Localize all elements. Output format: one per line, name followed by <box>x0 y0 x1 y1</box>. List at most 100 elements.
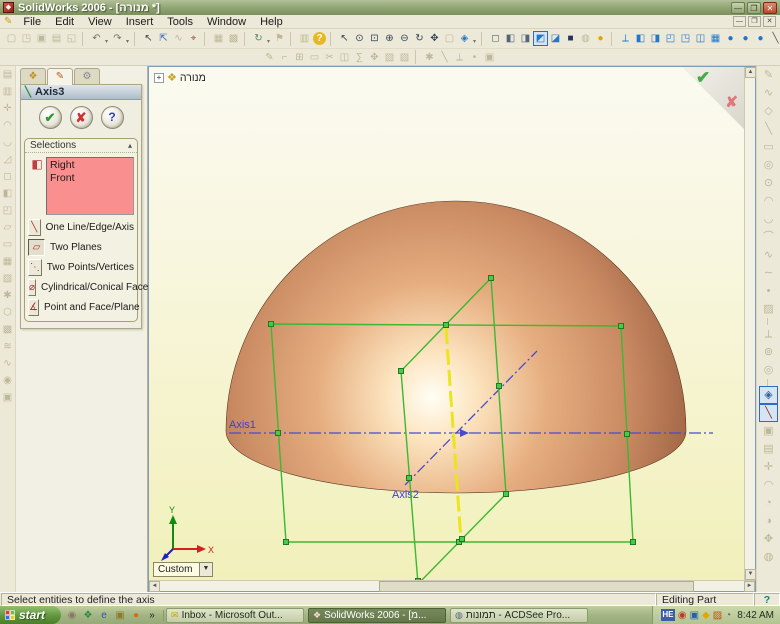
firefox-icon[interactable]: ● <box>129 610 143 621</box>
two-points-vertices-icon[interactable]: ⋱ <box>28 259 42 276</box>
option-one-line-edge-axis[interactable]: ╲One Line/Edge/Axis <box>25 217 137 237</box>
new-document-icon[interactable]: ▢ <box>4 31 19 46</box>
zoom-to-area-icon[interactable]: ⊡ <box>367 31 382 46</box>
hidden-lines-removed-icon[interactable]: ◨ <box>518 31 533 46</box>
select-arrow-icon[interactable]: ↖ <box>337 31 352 46</box>
shaded-with-edges-icon[interactable]: ◩ <box>533 31 548 46</box>
hatch-icon[interactable]: ▨ <box>759 300 778 318</box>
acdsee-tray-icon[interactable]: ◉ <box>678 610 687 621</box>
deform-feature-icon[interactable]: ▣ <box>0 389 15 406</box>
convert-icon[interactable]: ⊚ <box>759 343 778 361</box>
extruded-boss-icon[interactable]: ▤ <box>0 66 15 83</box>
scroll-down-icon[interactable]: ▼ <box>745 569 756 580</box>
repair-sketch-icon[interactable]: ▨ <box>397 50 412 65</box>
selected-entity-right[interactable]: Right <box>50 159 130 172</box>
normal-to-icon[interactable]: ⟂ <box>618 31 633 46</box>
task-outlook[interactable]: ✉Inbox - Microsoft Out... <box>166 608 304 623</box>
mirror-feature-icon[interactable]: ≋ <box>0 338 15 355</box>
windows-tray-icon[interactable]: ▣ <box>690 610 699 621</box>
point-and-face-plane-icon[interactable]: ∡ <box>28 299 39 316</box>
display-relations-icon[interactable]: ▧ <box>382 50 397 65</box>
centerpoint-arc-icon[interactable]: ⊙ <box>759 174 778 192</box>
3d-sketch-icon[interactable]: ∿ <box>759 84 778 102</box>
reference-axis-icon[interactable]: ╲ <box>759 404 778 422</box>
print-preview-icon[interactable]: ◱ <box>64 31 79 46</box>
circular-pattern-icon[interactable]: ▩ <box>0 321 15 338</box>
flex-icon[interactable]: ◠ <box>759 476 778 494</box>
dimetric-view-icon[interactable]: ● <box>753 31 768 46</box>
doc-minimize-button[interactable]: — <box>733 16 746 27</box>
extruded-cut-icon[interactable]: ◡ <box>0 134 15 151</box>
parabola-icon[interactable]: ∿ <box>759 246 778 264</box>
move-entities-icon[interactable]: ✥ <box>367 50 382 65</box>
right-view-icon[interactable]: ◳ <box>678 31 693 46</box>
rotate-view-icon[interactable]: ↻ <box>412 31 427 46</box>
flag-icon[interactable]: ⚑ <box>272 31 287 46</box>
media-player-icon[interactable]: ❖ <box>81 610 95 621</box>
maximize-button[interactable]: ❐ <box>747 2 761 14</box>
sketch-point-icon[interactable]: ✱ <box>422 50 437 65</box>
featuremanager-tab[interactable]: ❖ <box>20 68 46 84</box>
smart-dimension-icon[interactable]: ⌐ <box>277 50 292 65</box>
rectangle-icon[interactable]: ▭ <box>759 138 778 156</box>
task-acdsee[interactable]: ◍תמונות - ACDSee Pro... <box>450 608 588 623</box>
horizontal-scrollbar[interactable]: ◄ ► <box>149 580 755 591</box>
offset-entities-icon[interactable]: ▭ <box>307 50 322 65</box>
hidden-lines-visible-icon[interactable]: ◧ <box>503 31 518 46</box>
linear-pattern-icon[interactable]: ⬡ <box>0 304 15 321</box>
task-solidworks[interactable]: ❖SolidWorks 2006 - [מ... <box>308 608 446 623</box>
trim-entities-icon[interactable]: ✂ <box>322 50 337 65</box>
3d-drawing-view-icon[interactable]: ▢ <box>442 31 457 46</box>
scroll-right-icon[interactable]: ► <box>744 581 755 592</box>
pan-icon[interactable]: ✥ <box>427 31 442 46</box>
shaded-icon[interactable]: ◪ <box>548 31 563 46</box>
graphics-viewport[interactable]: + ❖ מנורה ✔ ✘ <box>148 66 756 592</box>
spline-icon[interactable]: ∼ <box>759 264 778 282</box>
propertymanager-tab[interactable]: ✎ <box>47 68 73 85</box>
convert-entities-icon[interactable]: ⊞ <box>292 50 307 65</box>
volume-tray-icon[interactable]: ◔ <box>725 610 731 621</box>
zoom-in-out-icon[interactable]: ⊕ <box>382 31 397 46</box>
menu-help[interactable]: Help <box>253 15 290 29</box>
view-orientation-combo[interactable]: Custom ▼ <box>153 562 213 577</box>
part-name-label[interactable]: מנורה <box>180 72 206 84</box>
back-view-icon[interactable]: ◨ <box>648 31 663 46</box>
one-line-edge-axis-icon[interactable]: ╲ <box>28 219 41 236</box>
scroll-left-icon[interactable]: ◄ <box>149 581 160 592</box>
equations-icon[interactable]: ▩ <box>226 31 241 46</box>
save-icon[interactable]: ▣ <box>34 31 49 46</box>
print-icon[interactable]: ▤ <box>49 31 64 46</box>
section-view-icon[interactable]: ◍ <box>578 31 593 46</box>
internet-explorer-icon[interactable]: e <box>97 610 111 621</box>
dome-feature-icon[interactable]: ∿ <box>0 355 15 372</box>
vertical-scrollbar[interactable]: ▲ ▼ <box>744 67 755 580</box>
menu-file[interactable]: File <box>16 15 48 29</box>
language-indicator[interactable]: HE <box>661 609 675 621</box>
undo-icon[interactable]: ↶ <box>89 31 104 46</box>
start-button[interactable]: start <box>0 606 61 624</box>
model-canvas[interactable]: Axis1 Axis2 <box>149 67 746 582</box>
minimize-button[interactable]: — <box>731 2 745 14</box>
clock[interactable]: 8:42 AM <box>737 610 774 621</box>
selected-entity-front[interactable]: Front <box>50 172 130 185</box>
coordinate-system-icon[interactable]: ▣ <box>482 50 497 65</box>
offset-icon[interactable]: ◎ <box>759 361 778 379</box>
line-icon[interactable]: ╲ <box>759 120 778 138</box>
zoom-to-fit-icon[interactable]: ⊙ <box>352 31 367 46</box>
normal-to-r-icon[interactable]: ⟂ <box>759 325 778 343</box>
confirm-cancel-icon[interactable]: ✘ <box>725 93 738 111</box>
reference-point-icon[interactable]: • <box>467 50 482 65</box>
menu-tools[interactable]: Tools <box>160 15 200 29</box>
option-cylindrical-conical-face[interactable]: ⌀Cylindrical/Conical Face <box>25 277 137 297</box>
option-point-and-face-plane[interactable]: ∡Point and Face/Plane <box>25 297 137 317</box>
options-icon[interactable]: ▥ <box>297 31 312 46</box>
quick-tips-icon[interactable]: ? <box>754 593 780 606</box>
left-view-icon[interactable]: ◰ <box>663 31 678 46</box>
acdsee-quicklaunch-icon[interactable]: ▣ <box>113 610 127 621</box>
bottom-view-icon[interactable]: ▦ <box>708 31 723 46</box>
ok-button[interactable]: ✔ <box>39 106 62 129</box>
lofted-cut-icon[interactable]: ◧ <box>0 185 15 202</box>
scroll-up-icon[interactable]: ▲ <box>745 67 756 78</box>
chamfer-icon[interactable]: ▱ <box>0 219 15 236</box>
dome-r-icon[interactable]: ◑ <box>759 512 778 530</box>
